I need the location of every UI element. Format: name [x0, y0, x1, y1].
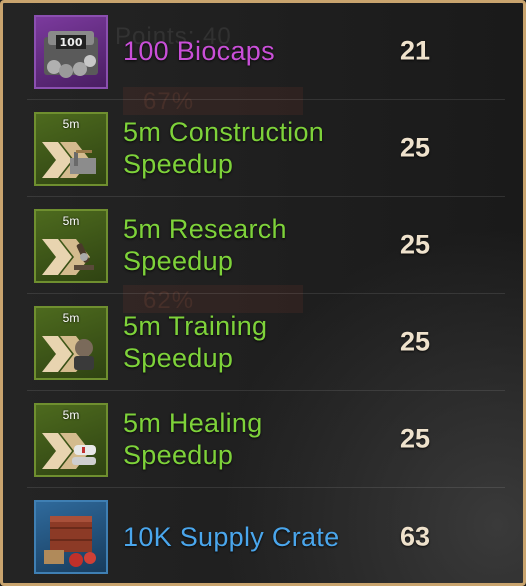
- reward-name: 5m Research Speedup: [123, 214, 287, 276]
- duration-badge: 5m: [62, 117, 80, 131]
- reward-points: 63: [399, 521, 431, 551]
- construction-speedup-icon: 5m: [34, 112, 108, 186]
- duration-badge: 5m: [62, 214, 80, 228]
- reward-points: 25: [399, 423, 431, 454]
- duration-badge: 5m: [62, 408, 80, 422]
- reward-points: 21: [399, 35, 431, 66]
- reward-row: 5m 5m Healing Speedup 25: [27, 391, 505, 488]
- supply-crate-icon: [34, 500, 108, 574]
- reward-points: 25: [399, 132, 431, 163]
- reward-name: 100 Biocaps: [123, 36, 275, 66]
- svg-text:100: 100: [60, 36, 83, 49]
- reward-points: 25: [399, 326, 431, 357]
- reward-points: 25: [399, 229, 431, 260]
- research-speedup-icon: 5m: [34, 209, 108, 283]
- reward-name: 5m Healing Speedup: [123, 408, 263, 470]
- reward-name: 5m Training Speedup: [123, 311, 268, 373]
- reward-row: 100 100 Biocaps 21: [27, 3, 505, 100]
- biocaps-icon: 100: [34, 15, 108, 89]
- training-speedup-icon: 5m: [34, 306, 108, 380]
- reward-row: 5m 5m Training Speedup 25: [27, 294, 505, 391]
- rewards-panel: Points: 40 67% 62% 100 100 Biocaps 21 5m…: [0, 0, 526, 586]
- reward-row: 5m 5m Construction Speedup 25: [27, 100, 505, 197]
- reward-row: 10K Supply Crate 63: [27, 488, 505, 583]
- healing-speedup-icon: 5m: [34, 403, 108, 477]
- reward-name: 10K Supply Crate: [123, 521, 340, 552]
- duration-badge: 5m: [62, 311, 80, 325]
- reward-row: 5m 5m Research Speedup 25: [27, 197, 505, 294]
- reward-name: 5m Construction Speedup: [123, 117, 325, 179]
